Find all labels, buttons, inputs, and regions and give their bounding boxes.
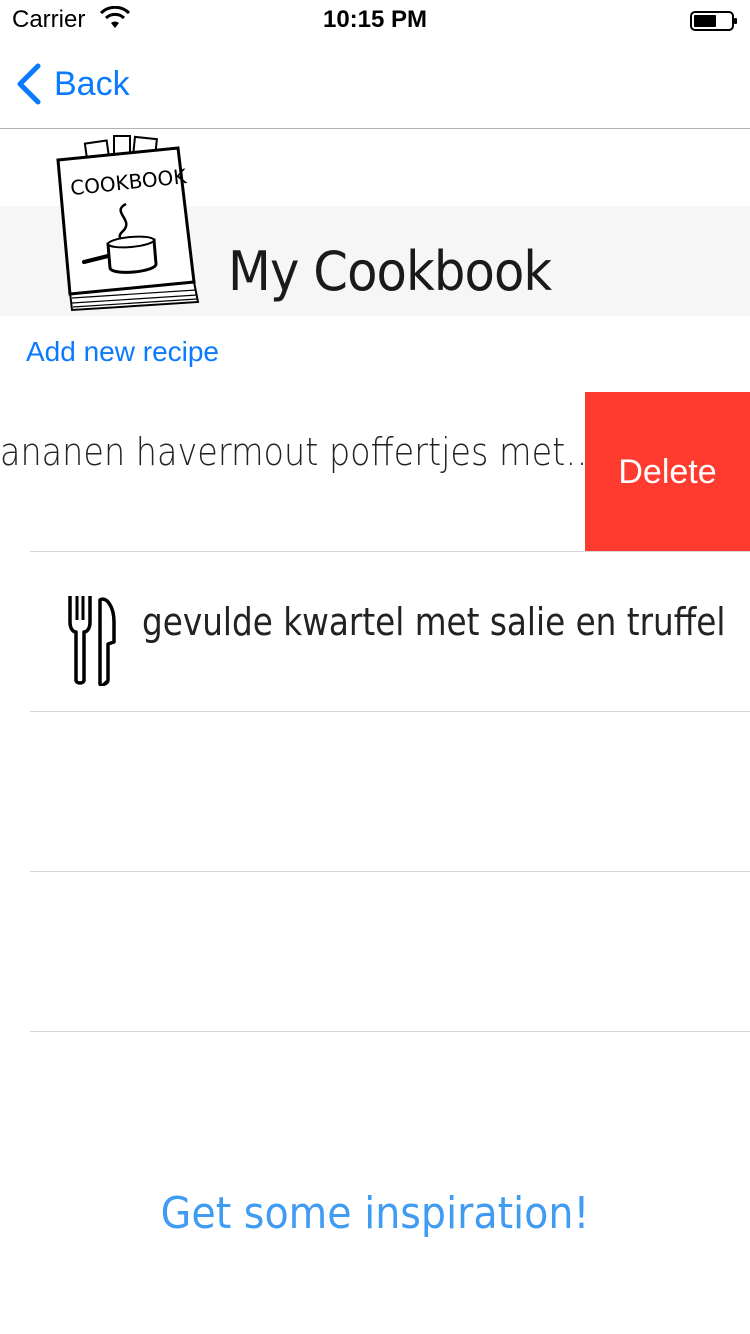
status-time: 10:15 PM xyxy=(322,6,428,33)
chevron-left-icon xyxy=(17,63,41,105)
recipe-row-content[interactable]: ananen havermout poffertjes met… xyxy=(0,392,599,552)
empty-row xyxy=(0,712,750,872)
navigation-bar: Back xyxy=(0,40,750,129)
get-inspiration-button[interactable]: Get some inspiration! xyxy=(38,1188,713,1239)
recipe-row[interactable]: ananen havermout poffertjes met… Delete xyxy=(0,392,750,552)
row-divider xyxy=(30,1031,750,1032)
status-bar: Carrier 10:15 PM xyxy=(0,0,750,40)
cookbook-image: COOKBOOK xyxy=(56,135,200,312)
battery-icon xyxy=(690,11,737,31)
back-label: Back xyxy=(54,64,130,103)
add-new-recipe-button[interactable]: Add new recipe xyxy=(26,336,219,368)
empty-row xyxy=(0,872,750,1032)
recipe-title: ananen havermout poffertjes met… xyxy=(0,430,599,474)
recipe-row[interactable]: gevulde kwartel met salie en truffel xyxy=(0,552,750,712)
page-title: My Cookbook xyxy=(228,240,552,303)
cutlery-icon xyxy=(68,596,116,686)
back-button[interactable]: Back xyxy=(14,62,130,106)
delete-button[interactable]: Delete xyxy=(585,392,750,552)
recipe-title: gevulde kwartel met salie en truffel xyxy=(142,600,726,644)
